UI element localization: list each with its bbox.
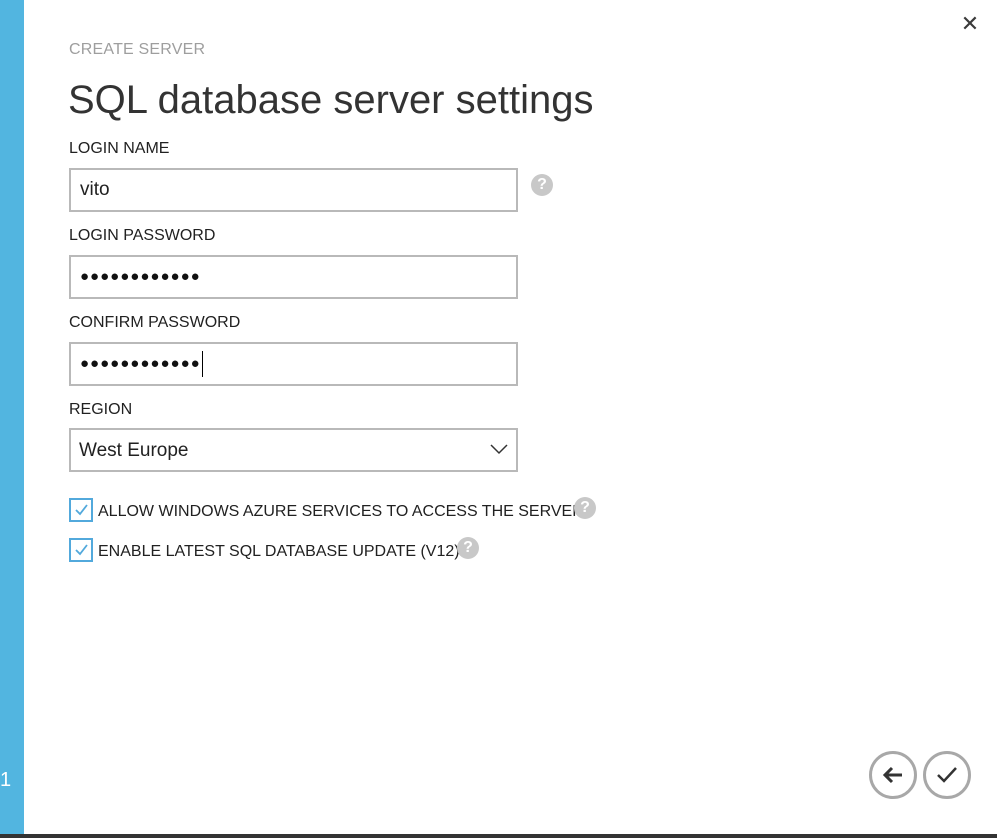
enable-v12-update-label[interactable]: ENABLE LATEST SQL DATABASE UPDATE (V12) [98,543,460,561]
close-icon[interactable]: ✕ [958,12,982,36]
login-password-value: ●●●●●●●●●●●● [80,268,201,285]
region-label: REGION [69,401,133,418]
create-server-dialog: 1 ✕ CREATE SERVER SQL database server se… [0,0,997,838]
allow-azure-services-checkbox[interactable] [69,498,93,522]
confirm-password-input[interactable]: ●●●●●●●●●●●● [69,342,518,386]
login-name-label: LOGIN NAME [69,140,170,157]
dialog-subtitle: CREATE SERVER [69,41,206,58]
login-password-label: LOGIN PASSWORD [69,227,216,244]
checkmark-icon [937,767,957,783]
arrow-left-icon [882,766,902,784]
region-select[interactable]: West Europe [69,428,518,472]
chevron-down-icon [490,444,508,455]
text-caret [201,351,203,377]
help-icon[interactable]: ? [574,497,596,519]
help-icon[interactable]: ? [457,537,479,559]
step-number: 1 [0,769,12,791]
confirm-password-value: ●●●●●●●●●●●● [80,355,201,372]
help-icon[interactable]: ? [531,174,553,196]
back-button[interactable] [869,751,917,799]
checkmark-icon [75,544,88,556]
allow-azure-services-label[interactable]: ALLOW WINDOWS AZURE SERVICES TO ACCESS T… [98,503,588,521]
region-selected-value: West Europe [79,440,189,461]
page-title: SQL database server settings [68,78,594,122]
confirm-password-label: CONFIRM PASSWORD [69,314,241,331]
login-name-input[interactable] [69,168,518,212]
enable-v12-update-checkbox[interactable] [69,538,93,562]
checkmark-icon [75,504,88,516]
complete-button[interactable] [923,751,971,799]
bottom-border [0,834,997,838]
wizard-step-strip: 1 [0,0,24,838]
login-password-input[interactable]: ●●●●●●●●●●●● [69,255,518,299]
